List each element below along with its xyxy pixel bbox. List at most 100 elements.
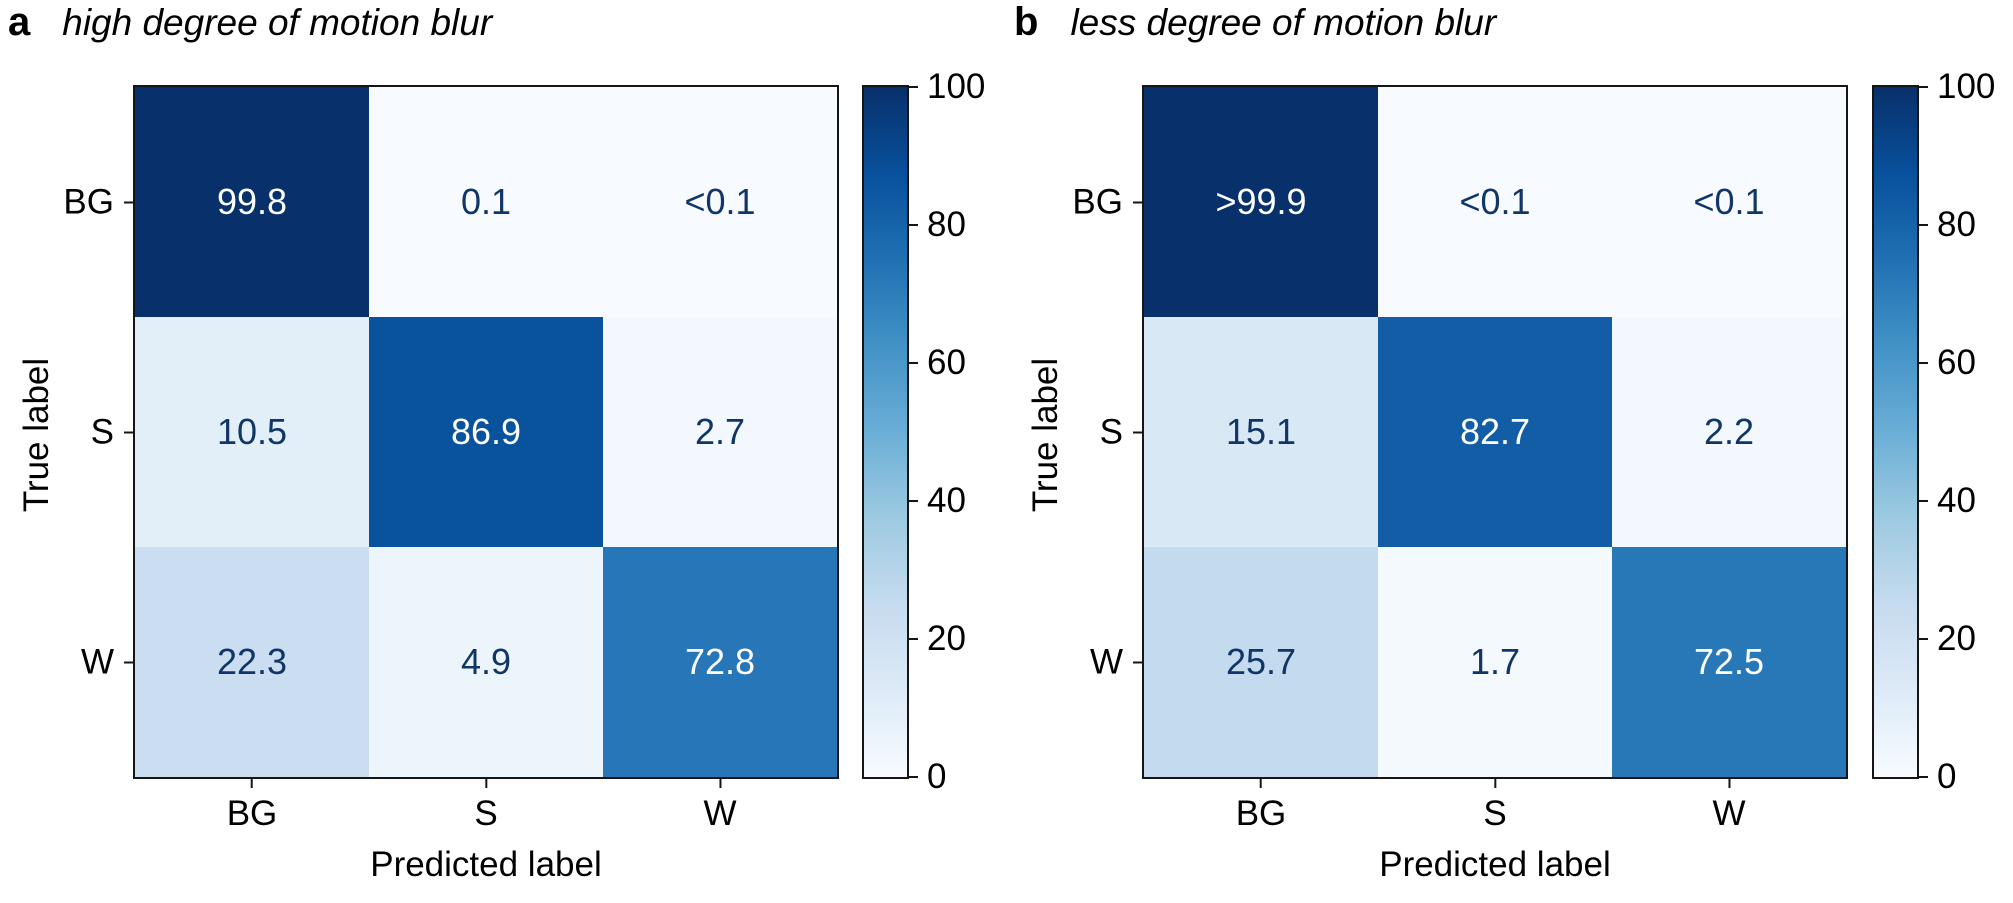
panel-a-letter: a: [8, 0, 31, 44]
matrix-cell-value: <0.1: [1693, 181, 1765, 222]
panel-b: b less degree of motion blur BG >99.9 <0…: [1006, 0, 2013, 903]
y-tick-mark: [124, 431, 135, 433]
y-tick-label: S: [90, 412, 114, 452]
colorbar-tick-mark: [1917, 224, 1928, 226]
colorbar-tick-label: 80: [1937, 205, 1976, 244]
y-tick-mark: [1133, 201, 1144, 203]
matrix-cell: S 10.5: [91, 317, 369, 547]
matrix-cell-value: 4.9: [460, 641, 512, 682]
matrix-cell: 86.9: [369, 317, 603, 547]
matrix-cell: 2.2: [1612, 317, 1846, 547]
y-tick-mark: [1133, 661, 1144, 663]
colorbar-tick-60: 60: [1917, 343, 1976, 383]
colorbar-tick-mark: [1917, 86, 1928, 88]
y-tick-mark: [124, 201, 135, 203]
figure-canvas: a high degree of motion blur BG 99.8 0.1…: [0, 0, 2013, 903]
colorbar-a: 0 20 40 60 80 100: [862, 67, 985, 796]
x-tick-1: S: [474, 777, 498, 831]
colorbar-tick-mark: [907, 362, 918, 364]
y-tick-0: BG: [1072, 185, 1144, 220]
matrix-cell-value: 99.8: [216, 181, 288, 222]
matrix-cell-value: 2.2: [1703, 411, 1755, 452]
panel-b-letter: b: [1014, 0, 1039, 44]
colorbar-tick-label: 60: [1937, 343, 1976, 382]
colorbar-tick-80: 80: [1917, 205, 1976, 245]
colorbar-tick-0: 0: [1917, 757, 1956, 797]
matrix-cell: W 25.7 BG: [1090, 547, 1378, 831]
matrix-cell: <0.1: [1378, 87, 1612, 317]
y-tick-label: W: [1089, 642, 1123, 682]
matrix-cell: 2.7: [603, 317, 837, 547]
colorbar-tick-label: 100: [927, 67, 986, 106]
matrix-cell-value: 22.3: [216, 641, 288, 682]
colorbar-tick-40: 40: [1917, 481, 1976, 521]
x-axis-label-a: Predicted label: [370, 845, 602, 884]
colorbar-tick-100: 100: [1917, 67, 1995, 107]
colorbar-tick-0: 0: [907, 757, 946, 797]
colorbar-tick-label: 0: [927, 757, 947, 796]
colorbar-tick-label: 40: [1937, 481, 1976, 520]
matrix-cell-value: 25.7: [1225, 641, 1297, 682]
colorbar-tick-mark: [907, 86, 918, 88]
matrix-cell-value: 82.7: [1459, 411, 1531, 452]
matrix-cell-value: >99.9: [1215, 181, 1307, 222]
y-tick-mark: [1133, 431, 1144, 433]
colorbar-tick-mark: [1917, 500, 1928, 502]
x-tick-0: BG: [1236, 777, 1286, 831]
colorbar-tick-label: 100: [1937, 67, 1996, 106]
x-tick-label: BG: [226, 794, 278, 833]
matrix-cell: 82.7: [1378, 317, 1612, 547]
matrix-cell: BG >99.9: [1072, 87, 1378, 317]
matrix-cell: <0.1: [1612, 87, 1846, 317]
panel-a-title: high degree of motion blur: [62, 2, 493, 43]
y-tick-2: W: [81, 645, 135, 680]
matrix-cell-value: 72.5: [1693, 641, 1765, 682]
colorbar-tick-100: 100: [907, 67, 985, 107]
panel-a: a high degree of motion blur BG 99.8 0.1…: [0, 0, 1006, 903]
colorbar-tick-40: 40: [907, 481, 966, 521]
x-tick-mark: [718, 777, 721, 788]
matrix-cell: 4.9 S: [369, 547, 603, 831]
x-tick-2: W: [703, 777, 737, 831]
panel-b-heading: b less degree of motion blur: [1014, 2, 1496, 42]
x-tick-1: S: [1483, 777, 1507, 831]
colorbar-tick-mark: [1917, 638, 1928, 640]
matrix-cell: 0.1: [369, 87, 603, 317]
matrix-cell-value: <0.1: [684, 181, 756, 222]
colorbar-tick-label: 0: [1937, 757, 1957, 796]
x-tick-label: W: [1712, 794, 1746, 833]
y-tick-label: S: [1099, 412, 1123, 452]
panel-b-title: less degree of motion blur: [1070, 2, 1497, 43]
y-tick-label: BG: [63, 182, 114, 222]
panel-a-heading: a high degree of motion blur: [8, 2, 492, 42]
y-tick-2: W: [1090, 645, 1144, 680]
colorbar-tick-mark: [907, 638, 918, 640]
matrix-cell: <0.1: [603, 87, 837, 317]
matrix-cell-value: 2.7: [694, 411, 746, 452]
y-tick-1: S: [1100, 415, 1144, 450]
matrix-cell-value: 72.8: [684, 641, 756, 682]
colorbar-tick-mark: [1917, 776, 1928, 778]
x-tick-mark: [484, 777, 487, 788]
colorbar-tick-label: 20: [927, 619, 966, 658]
colorbar-b: 0 20 40 60 80 100: [1872, 67, 1995, 796]
x-tick-0: BG: [226, 777, 278, 833]
colorbar-tick-mark: [907, 224, 918, 226]
x-tick-mark: [1727, 777, 1730, 788]
colorbar-tick-label: 40: [927, 481, 966, 520]
matrix-cell-value: 1.7: [1469, 641, 1521, 682]
x-tick-2: W: [1712, 777, 1746, 833]
x-axis-label-b: Predicted label: [1379, 845, 1611, 884]
colorbar-tick-label: 80: [927, 205, 966, 244]
matrix-cell-value: 15.1: [1225, 411, 1297, 452]
colorbar-tick-label: 20: [1937, 619, 1976, 658]
matrix-cell: BG 99.8: [63, 87, 369, 317]
x-tick-mark: [250, 777, 253, 788]
matrix-cell-value: 10.5: [216, 411, 288, 452]
confusion-matrix-b: BG >99.9 <0.1 <0.1 S 15.1 82.7 2.2 W 25.…: [1072, 85, 1848, 831]
y-tick-label: BG: [1072, 182, 1123, 222]
y-tick-label: W: [80, 642, 114, 682]
colorbar-tick-label: 60: [927, 343, 966, 382]
colorbar-tick-20: 20: [1917, 619, 1976, 659]
y-axis-label-a: True label: [17, 357, 56, 513]
